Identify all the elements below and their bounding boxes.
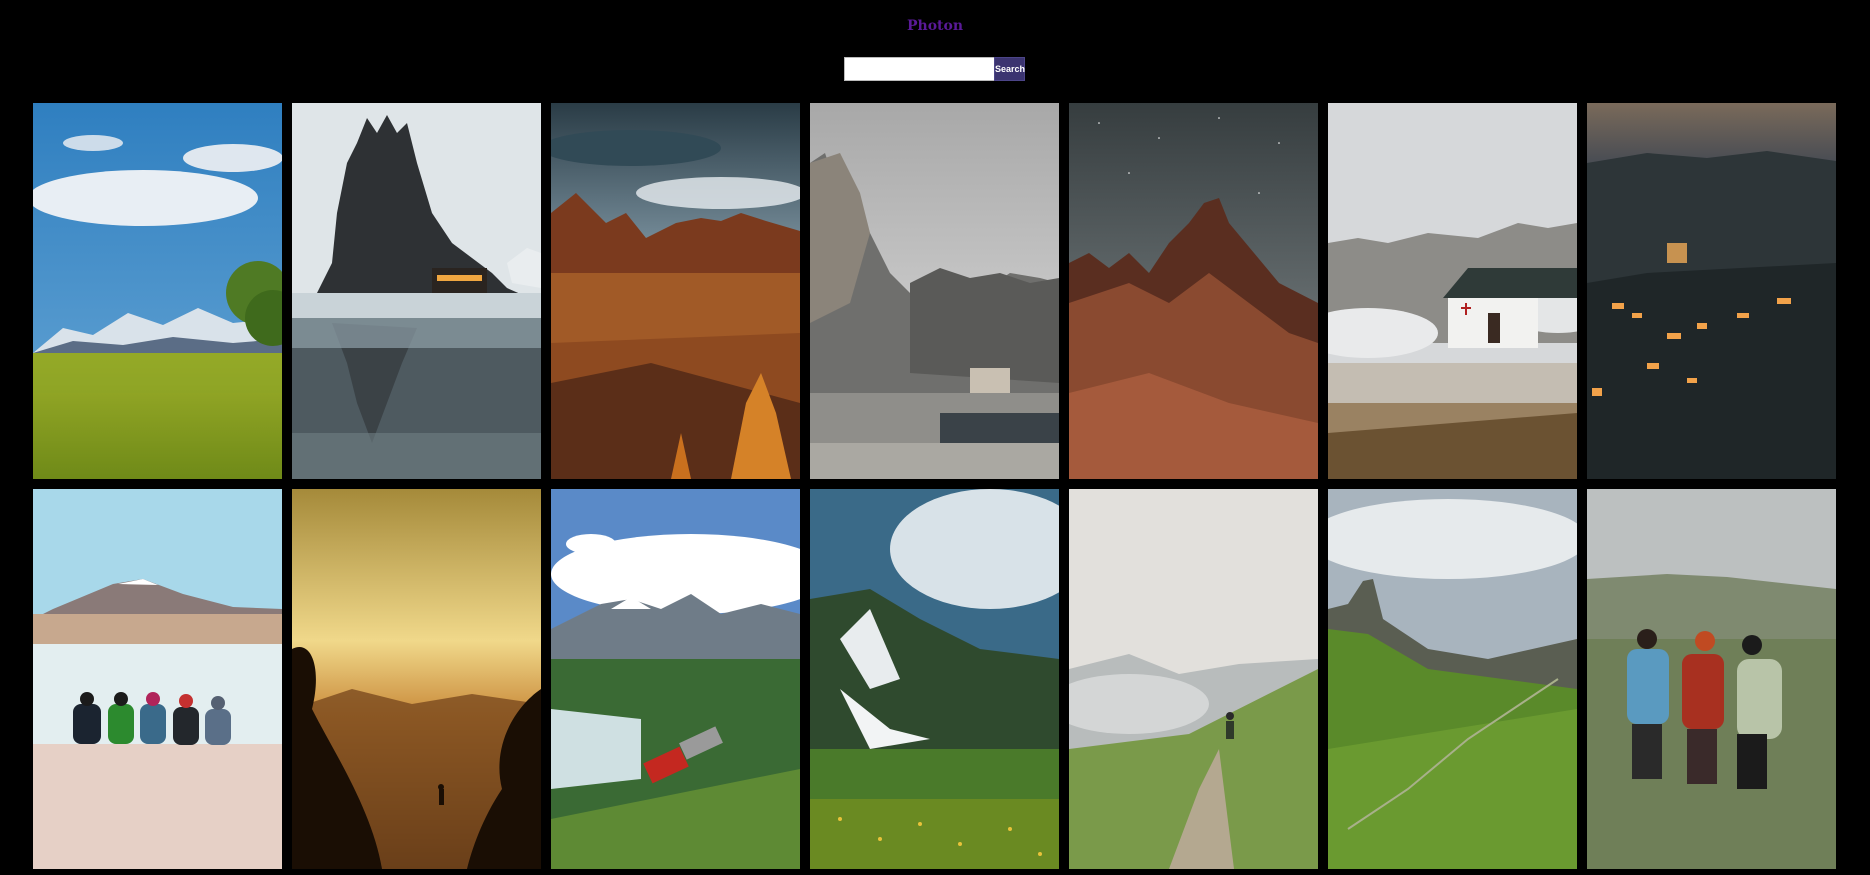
photo-green-hills-snow-patches[interactable] — [810, 489, 1059, 869]
photo-image — [33, 489, 282, 869]
photo-golden-sunset-silhouette-hiker[interactable] — [292, 489, 541, 869]
photo-three-hikers-backpacks[interactable] — [1587, 489, 1836, 869]
photo-image — [551, 103, 800, 479]
app: Photon Search — [0, 0, 1870, 875]
photo-image — [810, 489, 1059, 869]
photo-image — [1069, 103, 1318, 479]
photo-white-chapel-clouds[interactable] — [1328, 103, 1577, 479]
photo-rock-spires-lodge-reflection[interactable] — [292, 103, 541, 479]
search-form: Search — [844, 57, 1025, 81]
photo-image — [1587, 103, 1836, 479]
photo-gallery — [33, 103, 1836, 869]
photo-image — [33, 103, 282, 479]
search-button[interactable]: Search — [994, 57, 1025, 81]
photo-grass-field-snow-mountains[interactable] — [33, 103, 282, 479]
photo-red-peak-starry-sky[interactable] — [1069, 103, 1318, 479]
photo-green-ridge-rock-tower[interactable] — [1328, 489, 1577, 869]
search-input[interactable] — [844, 57, 994, 81]
photo-image — [551, 489, 800, 869]
photo-night-village-valley[interactable] — [1587, 103, 1836, 479]
photo-image — [1587, 489, 1836, 869]
photo-rock-tower-hut-lake[interactable] — [810, 103, 1059, 479]
photo-five-people-lakeshore-volcano[interactable] — [33, 489, 282, 869]
photo-image — [810, 103, 1059, 479]
photo-image — [292, 103, 541, 479]
photo-image — [1069, 489, 1318, 869]
photo-autumn-dolomites-sky[interactable] — [551, 103, 800, 479]
photo-red-train-forest-mountains[interactable] — [551, 489, 800, 869]
brand-title: Photon — [906, 18, 964, 34]
photo-hiker-misty-trail[interactable] — [1069, 489, 1318, 869]
photo-image — [1328, 489, 1577, 869]
photo-image — [292, 489, 541, 869]
photo-image — [1328, 103, 1577, 479]
